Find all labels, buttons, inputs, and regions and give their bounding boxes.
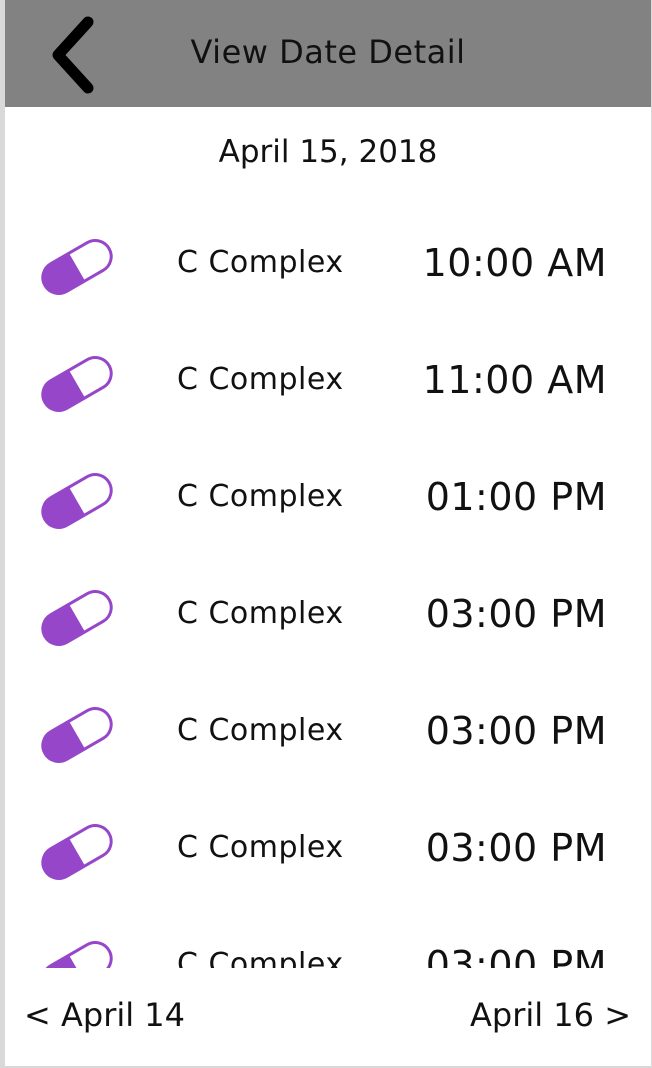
list-item[interactable]: C Complex 03:00 PM [5,910,651,968]
day-navigation: < April 14 April 16 > [5,968,651,1066]
list-item[interactable]: C Complex 11:00 AM [5,325,651,442]
app-screen: View Date Detail April 15, 2018 C Comple… [5,0,651,1066]
medication-name: C Complex [177,245,344,280]
medication-list[interactable]: C Complex 10:00 AM C Complex 11:00 AM C … [5,208,651,968]
next-day-link[interactable]: April 16 > [470,996,631,1034]
nav-bar: View Date Detail [5,0,651,107]
list-item[interactable]: C Complex 01:00 PM [5,442,651,559]
medication-name: C Complex [177,947,344,968]
medication-name: C Complex [177,596,344,631]
dose-time: 03:00 PM [425,826,607,870]
page-title: View Date Detail [190,33,466,71]
list-item[interactable]: C Complex 03:00 PM [5,676,651,793]
dose-time: 03:00 PM [425,709,607,753]
list-item[interactable]: C Complex 03:00 PM [5,559,651,676]
pill-icon [41,941,113,968]
list-item[interactable]: C Complex 03:00 PM [5,793,651,910]
pill-icon [41,239,113,295]
dose-time: 03:00 PM [425,943,607,968]
dose-time: 11:00 AM [422,358,607,402]
selected-date: April 15, 2018 [218,134,438,170]
pill-icon [41,824,113,880]
medication-name: C Complex [177,713,344,748]
medication-name: C Complex [177,362,344,397]
pill-icon [41,590,113,646]
pill-icon [41,473,113,529]
dose-time: 10:00 AM [422,241,607,285]
pill-icon [41,707,113,763]
dose-time: 03:00 PM [425,592,607,636]
pill-icon [41,356,113,412]
previous-day-link[interactable]: < April 14 [24,996,185,1034]
dose-time: 01:00 PM [425,475,607,519]
medication-name: C Complex [177,830,344,865]
list-item[interactable]: C Complex 10:00 AM [5,208,651,325]
medication-name: C Complex [177,479,344,514]
